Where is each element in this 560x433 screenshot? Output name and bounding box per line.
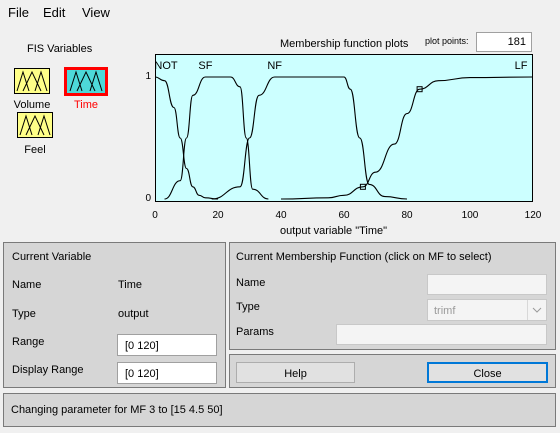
variable-name-label: Name bbox=[12, 279, 42, 291]
mf-name-label: Name bbox=[236, 277, 266, 289]
mf-label-nf: NF bbox=[267, 60, 282, 72]
variable-feel-label: Feel bbox=[24, 144, 46, 156]
menu-view[interactable]: View bbox=[82, 5, 110, 20]
buttons-panel: Help Close bbox=[229, 354, 556, 388]
status-bar: Changing parameter for MF 3 to [15 4.5 5… bbox=[3, 393, 556, 427]
range-label: Range bbox=[12, 336, 45, 348]
plot-points-label: plot points: bbox=[425, 36, 469, 46]
menu-bar: File Edit View bbox=[0, 0, 560, 26]
x-axis-title: output variable "Time" bbox=[280, 225, 388, 237]
chevron-down-icon bbox=[527, 300, 546, 320]
x-tick-label: 20 bbox=[212, 210, 224, 221]
current-mf-title: Current Membership Function (click on MF… bbox=[236, 251, 492, 263]
membership-function-plot[interactable]: NOT SF NF LF bbox=[155, 54, 533, 202]
x-tick-label: 80 bbox=[401, 210, 413, 221]
variable-volume-label: Volume bbox=[13, 99, 51, 111]
variable-name-value: Time bbox=[118, 279, 143, 291]
variable-type-label: Type bbox=[12, 308, 36, 320]
mf-params-input[interactable] bbox=[336, 324, 547, 345]
mf-type-value: trimf bbox=[434, 305, 456, 317]
mf-type-select[interactable]: trimf bbox=[427, 299, 547, 321]
fis-variables-heading: FIS Variables bbox=[27, 43, 93, 55]
variable-volume-icon[interactable] bbox=[14, 68, 50, 94]
mf-label-not: NOT bbox=[155, 60, 178, 72]
mf-params-label: Params bbox=[236, 326, 274, 338]
mf-name-input[interactable] bbox=[427, 274, 547, 295]
display-range-input[interactable]: [0 120] bbox=[117, 362, 217, 384]
plot-title: Membership function plots bbox=[280, 38, 409, 50]
y-tick-label: 0 bbox=[145, 193, 151, 204]
x-tick-label: 120 bbox=[524, 210, 542, 221]
variable-feel-icon[interactable] bbox=[17, 112, 53, 138]
display-range-label: Display Range bbox=[12, 364, 84, 376]
mf-type-label: Type bbox=[236, 301, 260, 313]
variable-time-icon[interactable] bbox=[64, 67, 108, 96]
x-tick-label: 100 bbox=[461, 210, 479, 221]
plot-points-input[interactable]: 181 bbox=[476, 32, 532, 52]
current-variable-panel: Current Variable Name Time Type output R… bbox=[3, 242, 226, 388]
x-tick-label: 0 bbox=[152, 210, 158, 221]
variable-time-label: Time bbox=[73, 99, 99, 111]
menu-file[interactable]: File bbox=[8, 5, 29, 20]
status-text: Changing parameter for MF 3 to [15 4.5 5… bbox=[11, 404, 223, 416]
current-mf-panel: Current Membership Function (click on MF… bbox=[229, 242, 556, 350]
y-tick-label: 1 bbox=[145, 71, 151, 82]
mf-label-lf: LF bbox=[515, 60, 528, 72]
variable-type-value: output bbox=[118, 308, 149, 320]
range-input[interactable]: [0 120] bbox=[117, 334, 217, 356]
current-variable-title: Current Variable bbox=[12, 251, 92, 263]
x-tick-label: 40 bbox=[275, 210, 287, 221]
x-tick-label: 60 bbox=[338, 210, 350, 221]
help-button[interactable]: Help bbox=[236, 362, 355, 383]
close-button[interactable]: Close bbox=[427, 362, 548, 383]
menu-edit[interactable]: Edit bbox=[43, 5, 65, 20]
mf-label-sf: SF bbox=[198, 60, 212, 72]
